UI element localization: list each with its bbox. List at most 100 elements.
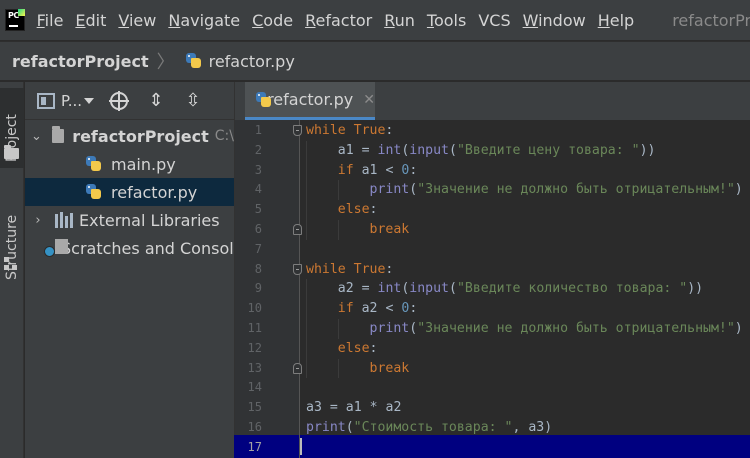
tree-root-label: refactorProject	[72, 126, 209, 146]
code-line[interactable]: while True:	[306, 121, 393, 141]
line-number: 17	[247, 439, 262, 454]
code-line[interactable]: break	[306, 359, 410, 379]
chevron-down-icon[interactable]: ⌄	[31, 129, 42, 144]
tree-file-label: refactor.py	[111, 182, 198, 202]
line-number: 15	[247, 400, 262, 415]
line-number: 12	[247, 340, 262, 355]
code-line[interactable]: a2 = int(input("Введите количество товар…	[306, 279, 703, 299]
code-line[interactable]: else:	[306, 200, 378, 220]
project-tool-folder-icon	[4, 145, 19, 159]
folder-icon	[51, 126, 65, 143]
line-number: 14	[247, 380, 262, 395]
tree-scratches[interactable]: Scratches and Consoles	[25, 234, 234, 262]
indent-guide	[338, 180, 339, 201]
indent-guide	[338, 358, 339, 379]
editor-tab-label: refactor.py	[267, 90, 354, 109]
line-number: 10	[247, 301, 262, 316]
menu-tools[interactable]: Tools	[423, 11, 474, 30]
indent-guide	[338, 220, 339, 240]
menu-code[interactable]: Code	[248, 11, 301, 30]
project-panel-toolbar: P... ⇕ ⇳	[25, 82, 234, 120]
tree-root-path: C:\	[214, 128, 234, 144]
line-number: 6	[254, 222, 262, 236]
tree-item-label: External Libraries	[79, 210, 220, 230]
fold-start-icon[interactable]	[293, 125, 302, 136]
window-title: refactorPro	[672, 10, 750, 30]
breadcrumb-project[interactable]: refactorProject	[12, 52, 149, 71]
tree-file-label: main.py	[111, 154, 176, 174]
expand-all-button[interactable]: ⇕	[145, 90, 167, 112]
collapse-all-button[interactable]: ⇳	[182, 90, 204, 112]
line-number: 2	[254, 142, 262, 157]
menu-navigate[interactable]: Navigate	[164, 11, 248, 30]
line-number: 13	[247, 360, 262, 375]
code-line[interactable]: else:	[306, 339, 378, 359]
tree-file-refactor[interactable]: refactor.py	[25, 178, 234, 206]
editor-tab-refactor[interactable]: refactor.py ✕	[245, 82, 375, 120]
code-line[interactable]: a1 = int(input("Введите цену товара: "))	[306, 141, 656, 161]
line-number: 4	[254, 182, 262, 197]
menu-edit[interactable]: Edit	[71, 11, 114, 30]
library-icon	[55, 212, 73, 228]
line-number: 8	[254, 261, 262, 276]
menu-bar: PC File Edit View Navigate Code Refactor Run To…	[0, 0, 750, 40]
python-file-icon	[185, 52, 203, 70]
left-tool-stripe: Project Structure	[0, 82, 24, 458]
code-line[interactable]: print("Значение не должно быть отрицател…	[306, 319, 743, 339]
menu-refactor[interactable]: Refactor	[301, 11, 380, 30]
collapse-all-icon: ⇳	[185, 90, 201, 111]
menu-window[interactable]: Window	[519, 11, 594, 30]
tree-file-main[interactable]: main.py	[25, 150, 234, 178]
breadcrumb: refactorProject 〉 refactor.py	[0, 41, 750, 81]
code-line[interactable]: print("Стоимость товара: ", a3)	[306, 418, 552, 438]
code-line[interactable]: a3 = a1 * a2	[306, 398, 401, 418]
locate-file-button[interactable]	[108, 90, 130, 112]
tree-item-label: Scratches and Consoles	[61, 238, 234, 258]
project-view-selector[interactable]: P...	[61, 92, 82, 110]
code-line[interactable]: break	[306, 220, 410, 240]
breadcrumb-file[interactable]: refactor.py	[209, 52, 295, 71]
code-line[interactable]: while True:	[306, 260, 393, 280]
menu-vcs[interactable]: VCS	[474, 11, 518, 30]
close-icon[interactable]: ✕	[363, 92, 375, 108]
menu-items: File Edit View Navigate Code Refactor Run Tools…	[33, 11, 643, 30]
python-file-icon	[85, 155, 103, 173]
line-number: 7	[254, 241, 262, 256]
indent-guide	[306, 140, 307, 240]
python-file-icon	[255, 91, 271, 109]
editor-tab-bar: refactor.py ✕	[234, 82, 750, 120]
pycharm-logo-icon: PC	[5, 9, 25, 31]
line-number: 1	[254, 123, 262, 137]
line-number: 11	[247, 321, 262, 335]
menu-view[interactable]: View	[114, 11, 164, 30]
chevron-down-icon[interactable]	[84, 97, 95, 104]
line-number: 16	[247, 420, 262, 434]
fold-start-icon[interactable]	[293, 263, 302, 275]
line-number: 5	[254, 202, 262, 217]
code-line[interactable]: print("Значение не должно быть отрицател…	[306, 180, 743, 200]
tree-external-libraries[interactable]: › External Libraries	[25, 206, 234, 234]
text-caret	[300, 438, 302, 455]
breadcrumb-separator-icon: 〉	[156, 52, 175, 73]
menu-file[interactable]: File	[33, 11, 72, 30]
structure-icon	[4, 257, 18, 271]
code-line[interactable]: if a2 < 0:	[306, 299, 418, 319]
chevron-right-icon[interactable]: ›	[31, 213, 45, 228]
indent-guide	[338, 319, 339, 339]
current-line-highlight	[300, 435, 750, 458]
line-number: 3	[254, 162, 262, 177]
structure-tool-tab[interactable]: Structure	[0, 186, 24, 286]
project-panel: P... ⇕ ⇳ ⌄ refactorProject C:\ main.py r…	[25, 82, 234, 458]
fold-end-icon[interactable]	[293, 362, 302, 374]
fold-end-icon[interactable]	[293, 224, 302, 235]
line-number: 9	[254, 281, 262, 296]
menu-help[interactable]: Help	[594, 11, 642, 30]
crosshair-icon	[109, 90, 130, 111]
project-view-icon[interactable]	[37, 92, 55, 109]
menu-run[interactable]: Run	[380, 11, 423, 30]
indent-guide	[306, 279, 307, 379]
code-line[interactable]: if a1 < 0:	[306, 161, 418, 181]
python-file-icon	[85, 183, 103, 201]
expand-all-icon: ⇕	[148, 90, 164, 111]
tree-root-project[interactable]: ⌄ refactorProject C:\	[25, 122, 234, 150]
